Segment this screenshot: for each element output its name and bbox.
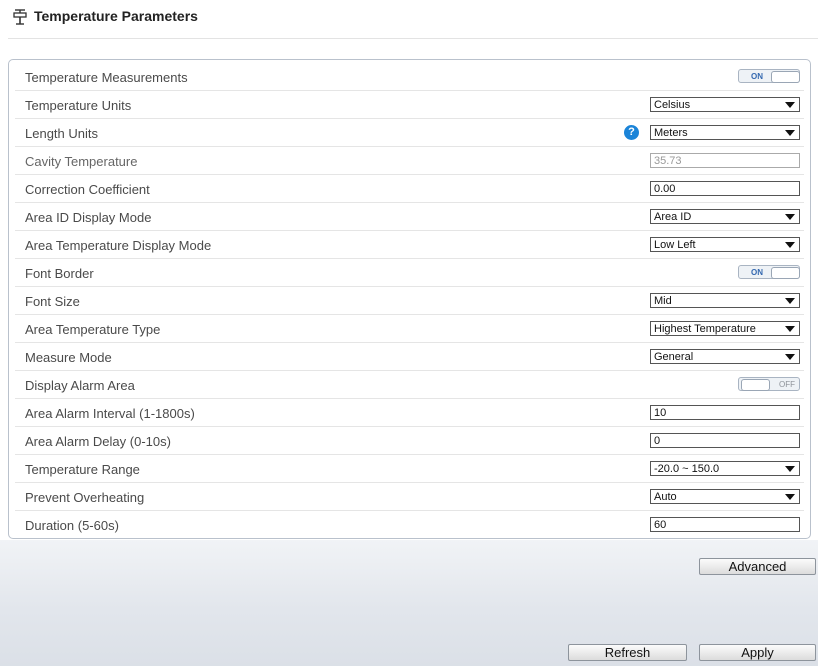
row-label: Area Temperature Display Mode [25,238,212,253]
row-label: Display Alarm Area [25,378,135,393]
row-length-units: Length Units ? Meters [15,119,804,147]
select-value: Low Left [654,239,696,251]
correction-coefficient-input[interactable] [650,181,800,196]
length-units-select[interactable]: Meters [650,125,800,140]
page-title: Temperature Parameters [34,8,198,24]
select-value: General [654,351,694,363]
dropdown-arrow-icon [785,466,795,472]
area-temperature-display-mode-select[interactable]: Low Left [650,237,800,252]
row-label: Temperature Range [25,462,140,477]
area-temperature-type-select[interactable]: Highest Temperature [650,321,800,336]
duration-input[interactable] [650,517,800,532]
area-id-display-mode-select[interactable]: Area ID [650,209,800,224]
row-label: Area Temperature Type [25,322,161,337]
row-temperature-units: Temperature Units Celsius [15,91,804,119]
settings-panel: Temperature Measurements ON Temperature … [8,59,811,539]
font-border-toggle[interactable]: ON [738,265,800,279]
dropdown-arrow-icon [785,130,795,136]
font-size-select[interactable]: Mid [650,293,800,308]
row-temperature-measurements: Temperature Measurements ON [15,63,804,91]
dropdown-arrow-icon [785,354,795,360]
area-alarm-interval-input[interactable] [650,405,800,420]
row-font-border: Font Border ON [15,259,804,287]
temperature-units-select[interactable]: Celsius [650,97,800,112]
select-value: Meters [654,127,688,139]
refresh-button[interactable]: Refresh [568,644,687,661]
toggle-state: ON [751,72,763,81]
row-label: Prevent Overheating [25,490,145,505]
toggle-knob [771,267,800,279]
measure-mode-select[interactable]: General [650,349,800,364]
row-area-alarm-delay: Area Alarm Delay (0-10s) [15,427,804,455]
row-label: Area Alarm Delay (0-10s) [25,434,171,449]
dropdown-arrow-icon [785,298,795,304]
row-label: Font Size [25,294,80,309]
toggle-state: OFF [779,380,795,389]
row-label: Temperature Units [25,98,132,113]
row-area-temperature-type: Area Temperature Type Highest Temperatur… [15,315,804,343]
row-temperature-range: Temperature Range -20.0 ~ 150.0 [15,455,804,483]
button-bar-background [0,540,818,666]
help-icon[interactable]: ? [624,125,639,140]
row-label: Duration (5-60s) [25,518,119,533]
cavity-temperature-input [650,153,800,168]
toggle-knob [741,379,770,391]
row-duration: Duration (5-60s) [15,511,804,538]
row-label: Length Units [25,126,98,141]
select-value: Celsius [654,99,691,111]
row-label: Measure Mode [25,350,112,365]
toggle-knob [771,71,800,83]
select-value: Auto [654,491,677,503]
dropdown-arrow-icon [785,102,795,108]
advanced-button[interactable]: Advanced [699,558,816,575]
dropdown-arrow-icon [785,242,795,248]
header-divider [8,38,818,39]
row-label: Font Border [25,266,94,281]
row-label: Area ID Display Mode [25,210,152,225]
display-alarm-area-toggle[interactable]: OFF [738,377,800,391]
row-display-alarm-area: Display Alarm Area OFF [15,371,804,399]
row-measure-mode: Measure Mode General [15,343,804,371]
area-alarm-delay-input[interactable] [650,433,800,448]
toggle-state: ON [751,268,763,277]
row-label: Area Alarm Interval (1-1800s) [25,406,195,421]
row-prevent-overheating: Prevent Overheating Auto [15,483,804,511]
dropdown-arrow-icon [785,326,795,332]
select-value: Highest Temperature [654,323,756,335]
prevent-overheating-select[interactable]: Auto [650,489,800,504]
apply-button[interactable]: Apply [699,644,816,661]
dropdown-arrow-icon [785,494,795,500]
row-area-alarm-interval: Area Alarm Interval (1-1800s) [15,399,804,427]
temperature-measurements-toggle[interactable]: ON [738,69,800,83]
row-correction-coefficient: Correction Coefficient [15,175,804,203]
select-value: Mid [654,295,672,307]
row-area-id-display-mode: Area ID Display Mode Area ID [15,203,804,231]
page-header: Temperature Parameters [0,0,818,40]
row-label: Cavity Temperature [25,154,138,169]
dropdown-arrow-icon [785,214,795,220]
row-cavity-temperature: Cavity Temperature [15,147,804,175]
row-font-size: Font Size Mid [15,287,804,315]
row-label: Temperature Measurements [25,70,188,85]
row-area-temperature-display-mode: Area Temperature Display Mode Low Left [15,231,804,259]
select-value: Area ID [654,211,692,223]
row-label: Correction Coefficient [25,182,150,197]
temperature-range-select[interactable]: -20.0 ~ 150.0 [650,461,800,476]
thermometer-icon [13,9,27,25]
select-value: -20.0 ~ 150.0 [654,463,720,475]
